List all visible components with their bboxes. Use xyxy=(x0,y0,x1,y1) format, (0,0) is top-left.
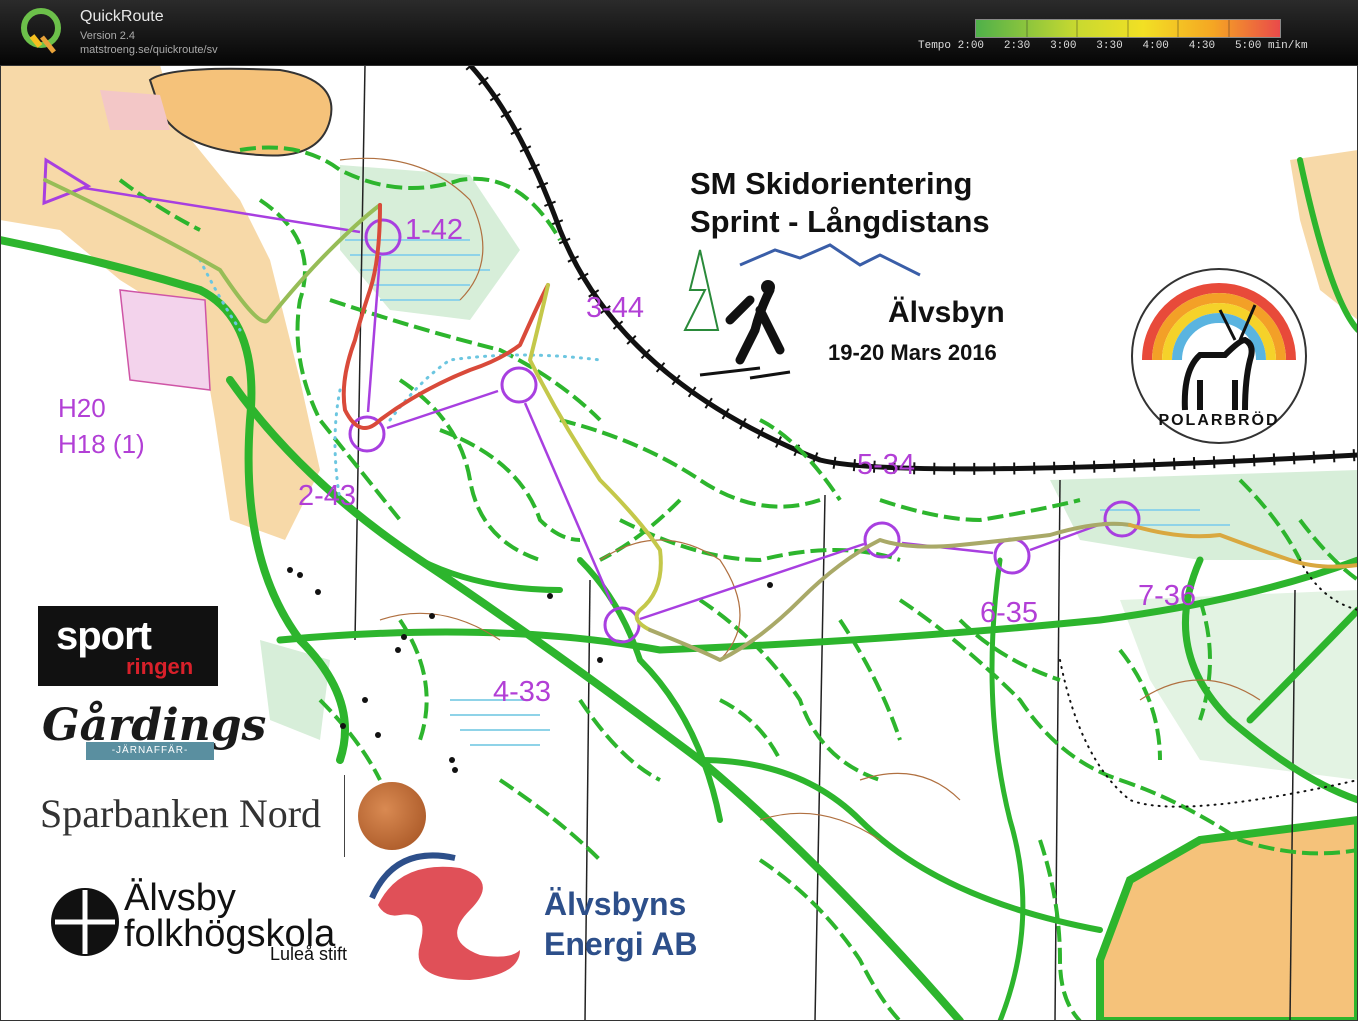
pace-tick: 2:00 xyxy=(957,40,985,52)
class-label: H18 (1) xyxy=(58,429,145,459)
event-title: SM Skidorientering Sprint - Långdistans xyxy=(690,165,990,241)
control-label: 4-33 xyxy=(493,676,552,708)
sportringen-text: sport xyxy=(56,614,152,658)
energi-line2: Energi AB xyxy=(544,926,698,962)
control-label: 5-34 xyxy=(857,449,916,481)
sparbanken-coin-icon xyxy=(358,782,426,850)
pace-tick: 3:00 xyxy=(1050,40,1077,52)
folkhogskola-logo: Älvsby folkhögskola xyxy=(124,877,335,953)
folkhogskola-line1: Älvsby xyxy=(124,877,236,919)
class-label: H20 xyxy=(58,393,106,423)
pace-scale-title: Tempo xyxy=(918,40,952,52)
pace-tick: 4:30 xyxy=(1188,40,1216,52)
gardings-sub: -JÄRNAFFÄR- xyxy=(86,742,214,760)
pace-tick: 5:00 xyxy=(1234,40,1262,52)
event-place: Älvsbyn xyxy=(888,296,1005,329)
control-label: 2-43 xyxy=(298,480,357,512)
pace-scale-bar xyxy=(975,19,1281,38)
sparbanken-divider xyxy=(344,775,345,857)
sportringen-text-2: ringen xyxy=(126,654,194,679)
pace-tick: 3:30 xyxy=(1096,40,1123,52)
app-version: Version 2.4 xyxy=(80,30,136,42)
class-labels: H20 H18 (1) xyxy=(58,390,145,462)
folkhogskola-line3: Luleå stift xyxy=(270,944,348,964)
quickroute-logo-icon xyxy=(21,8,61,54)
sportringen-logo: sport ringen xyxy=(38,606,218,686)
pace-tick: 4:00 xyxy=(1142,40,1169,52)
energi-line1: Älvsbyns xyxy=(544,886,687,922)
sparbanken-logo: Sparbanken Nord xyxy=(40,791,322,836)
app-url[interactable]: matstroeng.se/quickroute/sv xyxy=(80,44,218,56)
pace-tick: 2:30 xyxy=(1003,40,1031,52)
energi-logo: Älvsbyns Energi AB xyxy=(544,884,698,964)
event-date: 19-20 Mars 2016 xyxy=(828,340,997,365)
polarbrod-text: POLARBRÖD xyxy=(1158,410,1279,429)
control-label: 1-42 xyxy=(405,214,464,246)
event-title-line2: Sprint - Långdistans xyxy=(690,204,990,239)
control-label: 3-44 xyxy=(586,292,645,324)
app-header: QuickRoute Version 2.4 matstroeng.se/qui… xyxy=(0,0,1358,65)
pace-unit: min/km xyxy=(1267,40,1308,52)
control-label: 7-36 xyxy=(1138,580,1197,612)
app-name: QuickRoute xyxy=(80,8,164,25)
alvsby-cross-icon xyxy=(51,888,119,956)
pace-scale-labels: Tempo 2:00 2:30 3:00 3:30 4:00 4:30 5:00… xyxy=(918,40,1308,52)
event-title-line1: SM Skidorientering xyxy=(690,166,973,201)
control-label: 6-35 xyxy=(980,597,1039,629)
